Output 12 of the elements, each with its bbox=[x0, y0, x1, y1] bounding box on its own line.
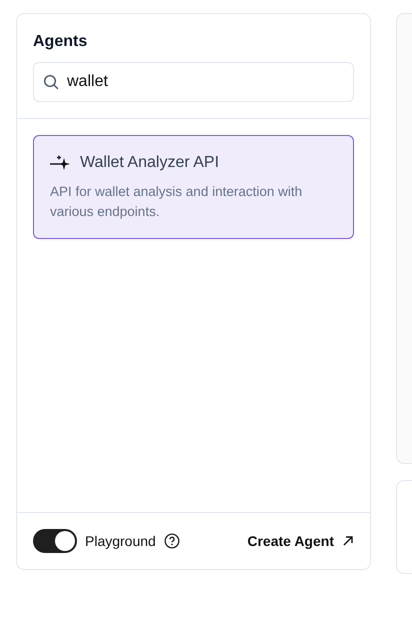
help-icon[interactable] bbox=[164, 533, 180, 549]
playground-label: Playground bbox=[85, 533, 156, 549]
agent-card[interactable]: Wallet Analyzer API API for wallet analysis and interaction with various endpoints. bbox=[33, 135, 354, 239]
agent-name: Wallet Analyzer API bbox=[80, 154, 220, 172]
search-field[interactable]: wallet bbox=[33, 62, 354, 102]
create-agent-button[interactable]: Create Agent bbox=[247, 533, 354, 549]
panel-title: Agents bbox=[33, 33, 88, 51]
arrow-icon bbox=[342, 535, 354, 547]
playground-toggle[interactable] bbox=[33, 529, 77, 553]
search-icon bbox=[43, 74, 59, 90]
sparkle-icon bbox=[50, 155, 72, 171]
agent-description: API for wallet analysis and interaction with various endpoints. bbox=[50, 183, 304, 221]
